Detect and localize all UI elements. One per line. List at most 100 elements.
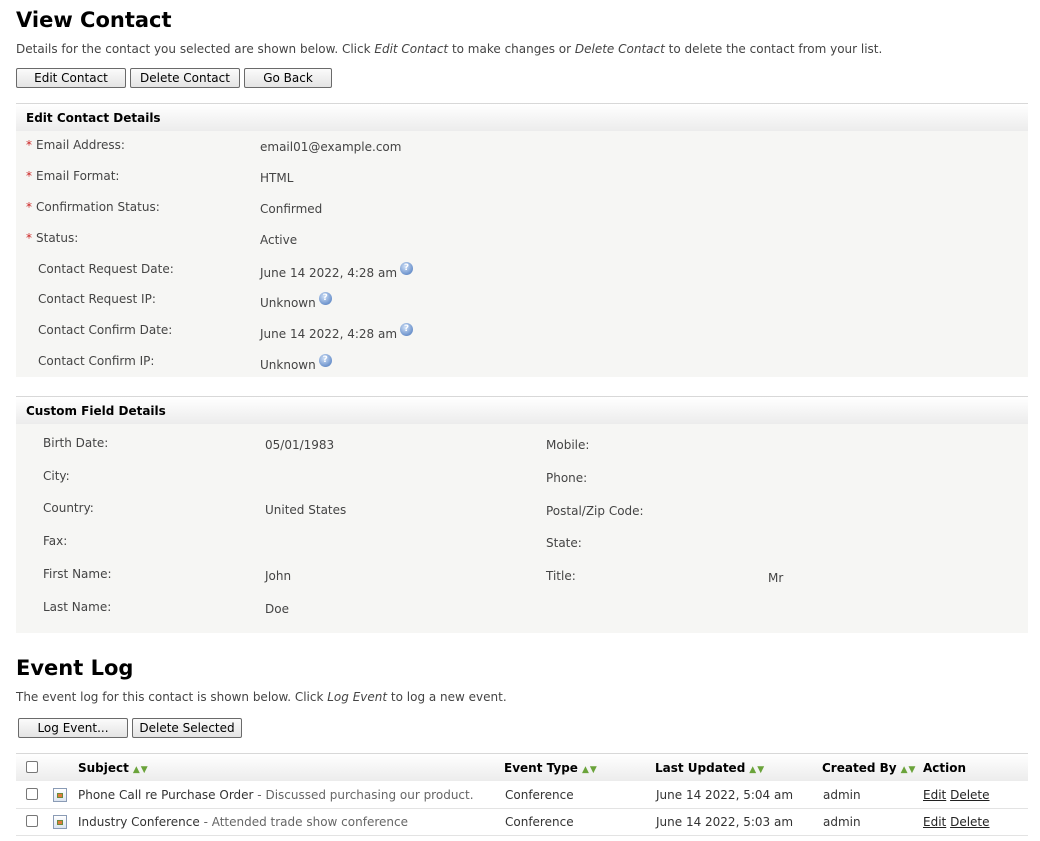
mobile-label: Mobile:: [546, 438, 590, 452]
column-type-label: Event Type: [504, 761, 578, 775]
event-log-intro: The event log for this contact is shown …: [16, 690, 507, 704]
sort-arrows-icon[interactable]: ▲▼: [749, 765, 765, 775]
column-created-by[interactable]: Created By ▲▼: [822, 761, 916, 775]
confirm-ip-text: Unknown: [260, 358, 316, 372]
birth-date-label: Birth Date:: [43, 436, 109, 450]
custom-fields-panel: Custom Field Details Birth Date: 05/01/1…: [16, 396, 1028, 633]
last-name-value: Doe: [265, 602, 289, 616]
required-marker: *: [26, 169, 32, 183]
intro-text: to log a new event.: [387, 690, 507, 704]
format-label: * Email Format:: [26, 169, 119, 183]
status-label-text: Status:: [36, 231, 79, 245]
log-event-button[interactable]: Log Event...: [18, 718, 128, 738]
event-calendar-icon: [53, 788, 67, 802]
table-row: Phone Call re Purchase Order - Discussed…: [16, 781, 1028, 809]
country-value: United States: [265, 503, 347, 517]
help-icon[interactable]: ?: [318, 292, 332, 305]
delete-link[interactable]: Delete: [950, 788, 989, 802]
subject-description: Attended trade show conference: [211, 815, 408, 829]
request-ip-value: Unknown?: [260, 292, 332, 310]
first-name-value: John: [265, 569, 292, 583]
contact-details-panel: Edit Contact Details * Email Address: ema…: [16, 103, 1028, 377]
format-label-text: Email Format:: [36, 169, 120, 183]
birth-date-value: 05/01/1983: [265, 438, 335, 452]
request-date-text: June 14 2022, 4:28 am: [260, 266, 398, 280]
confirm-ip-label: Contact Confirm IP:: [38, 354, 155, 368]
state-label: State:: [546, 536, 582, 550]
column-action: Action: [923, 761, 967, 775]
go-back-button[interactable]: Go Back: [244, 68, 332, 88]
edit-link[interactable]: Edit: [923, 788, 946, 802]
help-icon[interactable]: ?: [318, 354, 332, 367]
row-subject[interactable]: Industry Conference - Attended trade sho…: [78, 815, 408, 829]
column-subject-label: Subject: [78, 761, 129, 775]
subject-separator: -: [253, 788, 266, 802]
column-last-updated[interactable]: Last Updated ▲▼: [655, 761, 765, 775]
confirmation-label: * Confirmation Status:: [26, 200, 160, 214]
subject-separator: -: [199, 815, 212, 829]
intro-text: Details for the contact you selected are…: [16, 42, 375, 56]
confirmation-label-text: Confirmation Status:: [36, 200, 160, 214]
help-icon[interactable]: ?: [400, 323, 414, 336]
subject-description: Discussed purchasing our product.: [265, 788, 474, 802]
fax-label: Fax:: [43, 534, 68, 548]
delete-selected-button[interactable]: Delete Selected: [132, 718, 242, 738]
intro-text: to delete the contact from your list.: [664, 42, 883, 56]
request-date-label: Contact Request Date:: [38, 262, 174, 276]
country-label: Country:: [43, 501, 94, 515]
sort-arrows-icon[interactable]: ▲▼: [582, 765, 598, 775]
confirm-date-text: June 14 2022, 4:28 am: [260, 327, 398, 341]
row-created-by: admin: [823, 815, 861, 829]
format-value: HTML: [260, 171, 294, 185]
row-actions: Edit Delete: [923, 815, 990, 829]
edit-link[interactable]: Edit: [923, 815, 946, 829]
intro-log-emphasis: Log Event: [327, 690, 388, 704]
select-all-checkbox[interactable]: [26, 761, 38, 773]
row-subject[interactable]: Phone Call re Purchase Order - Discussed…: [78, 788, 474, 802]
delete-link[interactable]: Delete: [950, 815, 989, 829]
delete-contact-button[interactable]: Delete Contact: [130, 68, 240, 88]
title-label: Title:: [546, 569, 576, 583]
city-label: City:: [43, 469, 70, 483]
event-log-title: Event Log: [16, 656, 134, 680]
intro-text: The event log for this contact is shown …: [16, 690, 328, 704]
request-ip-text: Unknown: [260, 296, 316, 310]
event-calendar-icon: [53, 815, 67, 829]
row-created-by: admin: [823, 788, 861, 802]
row-last-updated: June 14 2022, 5:03 am: [656, 815, 794, 829]
postal-label: Postal/Zip Code:: [546, 504, 644, 518]
sort-arrows-icon[interactable]: ▲▼: [133, 765, 149, 775]
status-value: Active: [260, 233, 298, 247]
confirm-ip-value: Unknown?: [260, 354, 332, 372]
confirmation-value: Confirmed: [260, 202, 323, 216]
last-name-label: Last Name:: [43, 600, 112, 614]
row-checkbox[interactable]: [26, 815, 38, 827]
edit-contact-button[interactable]: Edit Contact: [16, 68, 126, 88]
intro-edit-emphasis: Edit Contact: [374, 42, 449, 56]
column-created-label: Created By: [822, 761, 897, 775]
custom-fields-heading: Custom Field Details: [16, 396, 1028, 424]
table-header: Subject ▲▼ Event Type ▲▼ Last Updated ▲▼ Cr…: [16, 753, 1028, 781]
phone-label: Phone:: [546, 471, 588, 485]
subject-text: Phone Call re Purchase Order: [78, 788, 254, 802]
subject-text: Industry Conference: [78, 815, 200, 829]
confirm-date-value: June 14 2022, 4:28 am?: [260, 323, 414, 341]
confirm-date-label: Contact Confirm Date:: [38, 323, 173, 337]
row-event-type: Conference: [505, 815, 574, 829]
required-marker: *: [26, 200, 32, 214]
required-marker: *: [26, 231, 32, 245]
sort-arrows-icon[interactable]: ▲▼: [901, 765, 917, 775]
column-updated-label: Last Updated: [655, 761, 746, 775]
required-marker: *: [26, 138, 32, 152]
help-icon[interactable]: ?: [400, 262, 414, 275]
row-actions: Edit Delete: [923, 788, 990, 802]
column-event-type[interactable]: Event Type ▲▼: [504, 761, 598, 775]
column-subject[interactable]: Subject ▲▼: [78, 761, 149, 775]
email-label-text: Email Address:: [36, 138, 125, 152]
email-label: * Email Address:: [26, 138, 125, 152]
row-checkbox[interactable]: [26, 788, 38, 800]
row-last-updated: June 14 2022, 5:04 am: [656, 788, 794, 802]
request-date-value: June 14 2022, 4:28 am?: [260, 262, 414, 280]
page-intro: Details for the contact you selected are…: [16, 42, 882, 56]
intro-delete-emphasis: Delete Contact: [574, 42, 665, 56]
